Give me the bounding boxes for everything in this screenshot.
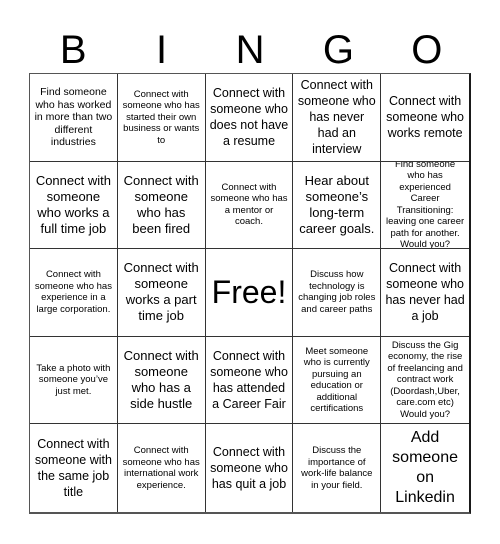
bingo-cell-b5[interactable]: Connect with someone with the same job t… — [30, 424, 118, 512]
bingo-cell-g4[interactable]: Meet someone who is currently pursuing a… — [293, 336, 382, 425]
bingo-cell-i2[interactable]: Connect with someone who has been fired — [117, 161, 206, 250]
cell-text: Connect with someone who has never had a… — [385, 261, 465, 324]
header-letter-g: G — [322, 28, 354, 72]
cell-text: Add someone on Linkedin — [392, 429, 458, 507]
cell-text: Connect with someone who does not have a… — [209, 86, 289, 149]
bingo-header: B I N G O — [29, 28, 471, 73]
cell-text: Connect with someone who has been fired — [123, 172, 199, 236]
bingo-cell-n1[interactable]: Connect with someone who does not have a… — [205, 74, 294, 162]
header-letter-b: B — [59, 28, 87, 72]
cell-text: Find someone who has experienced Career … — [386, 161, 465, 250]
bingo-board: Find someone who has worked in more than… — [29, 73, 471, 514]
cell-text: Connect with someone with the same job t… — [34, 437, 112, 500]
cell-text: Connect with someone who has experience … — [34, 269, 112, 315]
cell-text: Connect with someone who has never had a… — [297, 78, 376, 157]
bingo-cell-b1[interactable]: Find someone who has worked in more than… — [30, 74, 118, 162]
cell-text: Take a photo with someone you’ve just me… — [36, 362, 111, 397]
cell-text: Connect with someone who has a mentor or… — [210, 181, 288, 228]
free-space-text: Free! — [211, 274, 287, 311]
cell-text: Discuss how technology is changing job r… — [298, 269, 376, 315]
bingo-cell-b3[interactable]: Connect with someone who has experience … — [30, 249, 118, 337]
bingo-cell-free[interactable]: Free! — [205, 249, 294, 337]
cell-text: Hear about someone’s long-term career go… — [299, 172, 375, 236]
bingo-cell-o5[interactable]: Add someone on Linkedin — [381, 424, 469, 512]
cell-text: Connect with someone who works remote — [386, 94, 464, 141]
bingo-cell-n2[interactable]: Connect with someone who has a mentor or… — [205, 161, 294, 250]
header-letter-n: N — [235, 28, 265, 72]
cell-text: Discuss the importance of work-life bala… — [301, 445, 373, 491]
cell-text: Connect with someone who has attended a … — [210, 349, 288, 412]
cell-text: Connect with someone who has a side hust… — [123, 348, 199, 412]
bingo-cell-o2[interactable]: Find someone who has experienced Career … — [381, 162, 469, 250]
bingo-cell-o4[interactable]: Discuss the Gig economy, the rise of fre… — [381, 337, 469, 425]
bingo-cell-b4[interactable]: Take a photo with someone you’ve just me… — [30, 336, 118, 425]
bingo-cell-g5[interactable]: Discuss the importance of work-life bala… — [293, 424, 382, 512]
bingo-cell-b2[interactable]: Connect with someone who works a full ti… — [30, 161, 118, 250]
bingo-cell-n4[interactable]: Connect with someone who has attended a … — [205, 336, 294, 425]
bingo-cell-g2[interactable]: Hear about someone’s long-term career go… — [293, 161, 382, 250]
bingo-cell-i5[interactable]: Connect with someone who has internation… — [118, 424, 206, 512]
cell-text: Connect with someone works a part time j… — [123, 260, 199, 324]
bingo-cell-o3[interactable]: Connect with someone who has never had a… — [381, 249, 469, 337]
cell-text: Connect with someone who has internation… — [122, 445, 200, 491]
bingo-cell-g3[interactable]: Discuss how technology is changing job r… — [293, 249, 382, 337]
bingo-cell-n5[interactable]: Connect with someone who has quit a job — [206, 424, 294, 512]
bingo-cell-i4[interactable]: Connect with someone who has a side hust… — [117, 336, 206, 425]
bingo-cell-o1[interactable]: Connect with someone who works remote — [381, 74, 469, 162]
cell-text: Find someone who has worked in more than… — [34, 86, 113, 149]
cell-text: Meet someone who is currently pursuing a… — [303, 345, 370, 415]
header-letter-o: O — [411, 28, 443, 72]
cell-text: Discuss the Gig economy, the rise of fre… — [387, 339, 463, 420]
bingo-cell-i1[interactable]: Connect with someone who has started the… — [117, 74, 206, 162]
cell-text: Connect with someone who has started the… — [122, 88, 200, 146]
bingo-cell-i3[interactable]: Connect with someone works a part time j… — [117, 249, 206, 337]
cell-text: Connect with someone who works a full ti… — [35, 172, 111, 236]
header-letter-i: I — [156, 28, 168, 72]
cell-text: Connect with someone who has quit a job — [210, 445, 288, 492]
bingo-cell-g1[interactable]: Connect with someone who has never had a… — [293, 74, 382, 162]
